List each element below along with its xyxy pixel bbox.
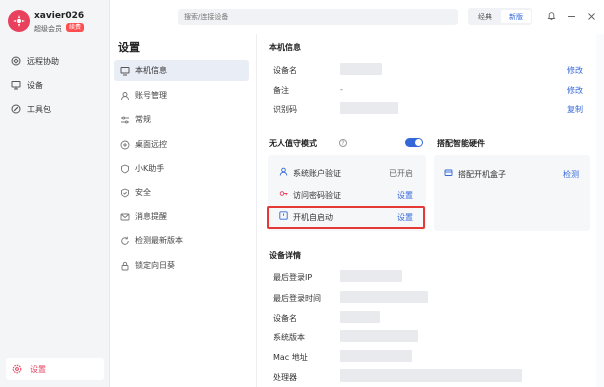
view-new-button[interactable]: 新版 [501, 10, 531, 23]
settings-item-security[interactable]: 安全 [114, 182, 249, 203]
unattended-toggle[interactable] [405, 138, 423, 147]
minimize-icon[interactable] [566, 11, 576, 21]
settings-item-desktop-remote[interactable]: 桌面远控 [114, 134, 249, 155]
column-divider [256, 34, 257, 387]
last-login-time-value [340, 291, 428, 303]
settings-item-label: 检测最新版本 [135, 236, 183, 245]
settings-item-label: 账号管理 [135, 91, 167, 100]
user-icon [120, 91, 130, 101]
settings-item-label: 消息提醒 [135, 212, 167, 221]
message-icon [120, 212, 130, 222]
processor-value [340, 369, 522, 382]
toolbox-icon [11, 104, 21, 114]
copy-id-code-link[interactable]: 复制 [567, 104, 583, 115]
detect-boot-box-link[interactable]: 检测 [563, 169, 579, 180]
shield-icon [120, 188, 130, 198]
settings-item-local-info[interactable]: 本机信息 [114, 60, 249, 81]
member-level: 超级会员 [34, 25, 62, 33]
scrollbar[interactable] [596, 34, 604, 387]
id-code-value [340, 102, 398, 114]
device-name-label: 设备名 [273, 66, 297, 75]
mac-address-value [340, 350, 412, 362]
sliders-icon [120, 115, 130, 125]
remark-label: 备注 [273, 86, 289, 95]
settings-item-label: 安全 [135, 188, 151, 197]
device-details-title: 设备详情 [269, 251, 301, 260]
settings-item-account[interactable]: 账号管理 [114, 85, 249, 106]
view-classic-button[interactable]: 经典 [470, 10, 500, 23]
sidebar-item-label: 设备 [27, 80, 43, 90]
hardware-title: 搭配智能硬件 [437, 139, 485, 148]
help-icon[interactable]: ? [339, 139, 347, 147]
avatar[interactable] [8, 10, 30, 32]
close-icon[interactable] [586, 11, 596, 21]
monitor-icon [11, 80, 21, 90]
settings-item-label: 小K助手 [135, 164, 165, 173]
processor-label: 处理器 [273, 373, 297, 382]
settings-item-assistant[interactable]: 小K助手 [114, 158, 249, 179]
page-title: 设置 [118, 41, 140, 54]
box-icon [444, 168, 453, 177]
sidebar-item-label: 设置 [30, 364, 46, 374]
settings-item-label: 锁定向日葵 [135, 261, 175, 270]
key-icon [279, 189, 288, 198]
device-name-value [340, 63, 382, 75]
detail-device-name-label: 设备名 [273, 314, 297, 323]
settings-item-label: 桌面远控 [135, 140, 167, 149]
last-login-time-label: 最后登录时间 [273, 294, 321, 303]
unattended-title: 无人值守模式 [269, 139, 317, 148]
mac-address-label: Mac 地址 [273, 353, 308, 362]
settings-item-lock[interactable]: 锁定向日葵 [114, 255, 249, 276]
system-account-status: 已开启 [389, 169, 413, 178]
edit-device-name-link[interactable]: 修改 [567, 65, 583, 76]
settings-item-messages[interactable]: 消息提醒 [114, 206, 249, 227]
desktop-icon [120, 140, 130, 150]
edit-remark-link[interactable]: 修改 [567, 85, 583, 96]
sunflower-logo-icon [13, 15, 25, 27]
refresh-icon [120, 236, 130, 246]
bell-icon[interactable] [546, 11, 556, 21]
settings-item-general[interactable]: 常规 [114, 109, 249, 130]
access-password-label: 访问密码验证 [293, 191, 341, 200]
system-account-label: 系统账户验证 [293, 169, 341, 178]
assistant-icon [120, 164, 130, 174]
user-check-icon [279, 167, 288, 176]
renew-badge[interactable]: 续费 [66, 23, 85, 32]
boot-box-label: 搭配开机盒子 [458, 170, 506, 179]
settings-item-label: 常规 [135, 115, 151, 124]
username: xavier026 [34, 11, 85, 21]
gear-icon [12, 364, 22, 374]
remote-assist-icon [11, 56, 21, 66]
sidebar-item-remote-assist[interactable]: 远程协助 [0, 51, 110, 71]
last-login-ip-label: 最后登录IP [273, 273, 313, 282]
sidebar-item-settings[interactable]: 设置 [6, 358, 104, 380]
sidebar-item-toolbox[interactable]: 工具包 [0, 99, 110, 119]
search-input[interactable] [178, 9, 458, 25]
computer-icon [120, 66, 130, 76]
os-version-value [340, 330, 418, 342]
detail-device-name-value [340, 311, 380, 323]
access-password-setup-link[interactable]: 设置 [397, 190, 413, 201]
sidebar-item-label: 远程协助 [27, 56, 59, 66]
sidebar-item-label: 工具包 [27, 104, 51, 114]
id-code-label: 识别码 [273, 105, 297, 114]
os-version-label: 系统版本 [273, 333, 305, 342]
highlight-box [267, 206, 425, 229]
sidebar-item-devices[interactable]: 设备 [0, 75, 110, 95]
last-login-ip-value [340, 270, 402, 282]
settings-item-check-update[interactable]: 检测最新版本 [114, 230, 249, 251]
settings-item-label: 本机信息 [135, 66, 167, 75]
remark-value: - [340, 85, 343, 94]
hardware-card [434, 155, 590, 231]
lock-icon [120, 261, 130, 271]
local-info-title: 本机信息 [269, 43, 301, 52]
